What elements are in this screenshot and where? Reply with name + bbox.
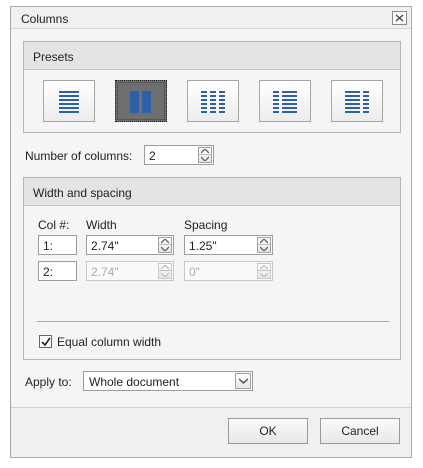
spin-down-button [159,271,171,278]
preset-one-column[interactable] [43,80,95,122]
spacing-header: Spacing [184,218,228,232]
chevron-down-icon [260,272,268,277]
spacing-value: 1.25" [189,239,217,253]
one-column-icon [59,91,79,113]
width-spinner[interactable] [158,237,172,253]
right-column-icon [345,91,369,113]
width-field[interactable]: 2.74" [86,235,174,255]
width-value: 2.74" [91,265,119,279]
spin-up-button [258,264,270,271]
apply-to-dropdown[interactable]: Whole document [83,371,253,391]
preset-right-column[interactable] [331,80,383,122]
title-bar: Columns [11,7,411,29]
width-spacing-title: Width and spacing [33,186,132,200]
col-number-value: 1: [43,239,54,253]
spacing-spinner[interactable] [257,237,271,253]
spacing-spinner-disabled [257,263,271,279]
chevron-down-icon [239,378,248,384]
number-of-columns-label: Number of columns: [25,149,133,163]
col-number-field: 2: [38,261,77,281]
left-column-icon [273,91,297,113]
width-value: 2.74" [91,239,119,253]
spacing-field[interactable]: 1.25" [184,235,273,255]
cancel-button[interactable]: Cancel [320,418,400,444]
spin-up-button[interactable] [258,238,270,245]
apply-to-value: Whole document [89,375,180,389]
dropdown-button[interactable] [235,373,251,389]
width-header: Width [86,218,117,232]
spin-down-button [258,271,270,278]
dialog-title: Columns [21,12,69,26]
divider [37,321,389,322]
apply-to-label: Apply to: [25,375,72,389]
columns-dialog: Columns Presets Number of columns: 2 Wid… [10,6,412,458]
number-of-columns-value: 2 [149,149,156,163]
width-spacing-header: Width and spacing [24,178,400,206]
close-button[interactable] [392,11,407,25]
preset-three-columns[interactable] [187,80,239,122]
col-number-value: 2: [43,265,54,279]
presets-group: Presets [23,41,401,133]
chevron-down-icon [161,272,169,277]
three-columns-icon [201,91,225,113]
number-of-columns-spinner[interactable] [198,147,212,163]
chevron-up-icon [260,239,268,244]
close-icon [395,14,404,22]
col-number-field: 1: [38,235,77,255]
chevron-up-icon [161,265,169,270]
spin-down-button[interactable] [199,155,211,162]
spin-down-button[interactable] [159,245,171,252]
equal-column-width-label[interactable]: Equal column width [57,335,161,349]
chevron-down-icon [260,246,268,251]
number-of-columns-field[interactable]: 2 [144,145,214,165]
presets-title: Presets [33,50,74,64]
chevron-down-icon [161,246,169,251]
width-spinner-disabled [158,263,172,279]
dialog-footer: OK Cancel [11,407,411,457]
chevron-up-icon [260,265,268,270]
chevron-up-icon [201,149,209,154]
spin-up-button [159,264,171,271]
preset-two-columns[interactable] [115,80,167,122]
equal-column-width-checkbox[interactable] [39,335,52,348]
ok-button[interactable]: OK [228,418,308,444]
col-number-header: Col #: [38,218,70,232]
spacing-field-disabled: 0" [184,261,273,281]
presets-header: Presets [24,42,400,70]
two-columns-icon [130,91,151,113]
spin-up-button[interactable] [159,238,171,245]
chevron-down-icon [201,156,209,161]
spin-down-button[interactable] [258,245,270,252]
chevron-up-icon [161,239,169,244]
checkmark-icon [41,337,51,347]
width-spacing-group: Width and spacing Col #: Width Spacing 1… [23,177,401,360]
preset-left-column[interactable] [259,80,311,122]
width-field-disabled: 2.74" [86,261,174,281]
spin-up-button[interactable] [199,148,211,155]
spacing-value: 0" [189,265,200,279]
